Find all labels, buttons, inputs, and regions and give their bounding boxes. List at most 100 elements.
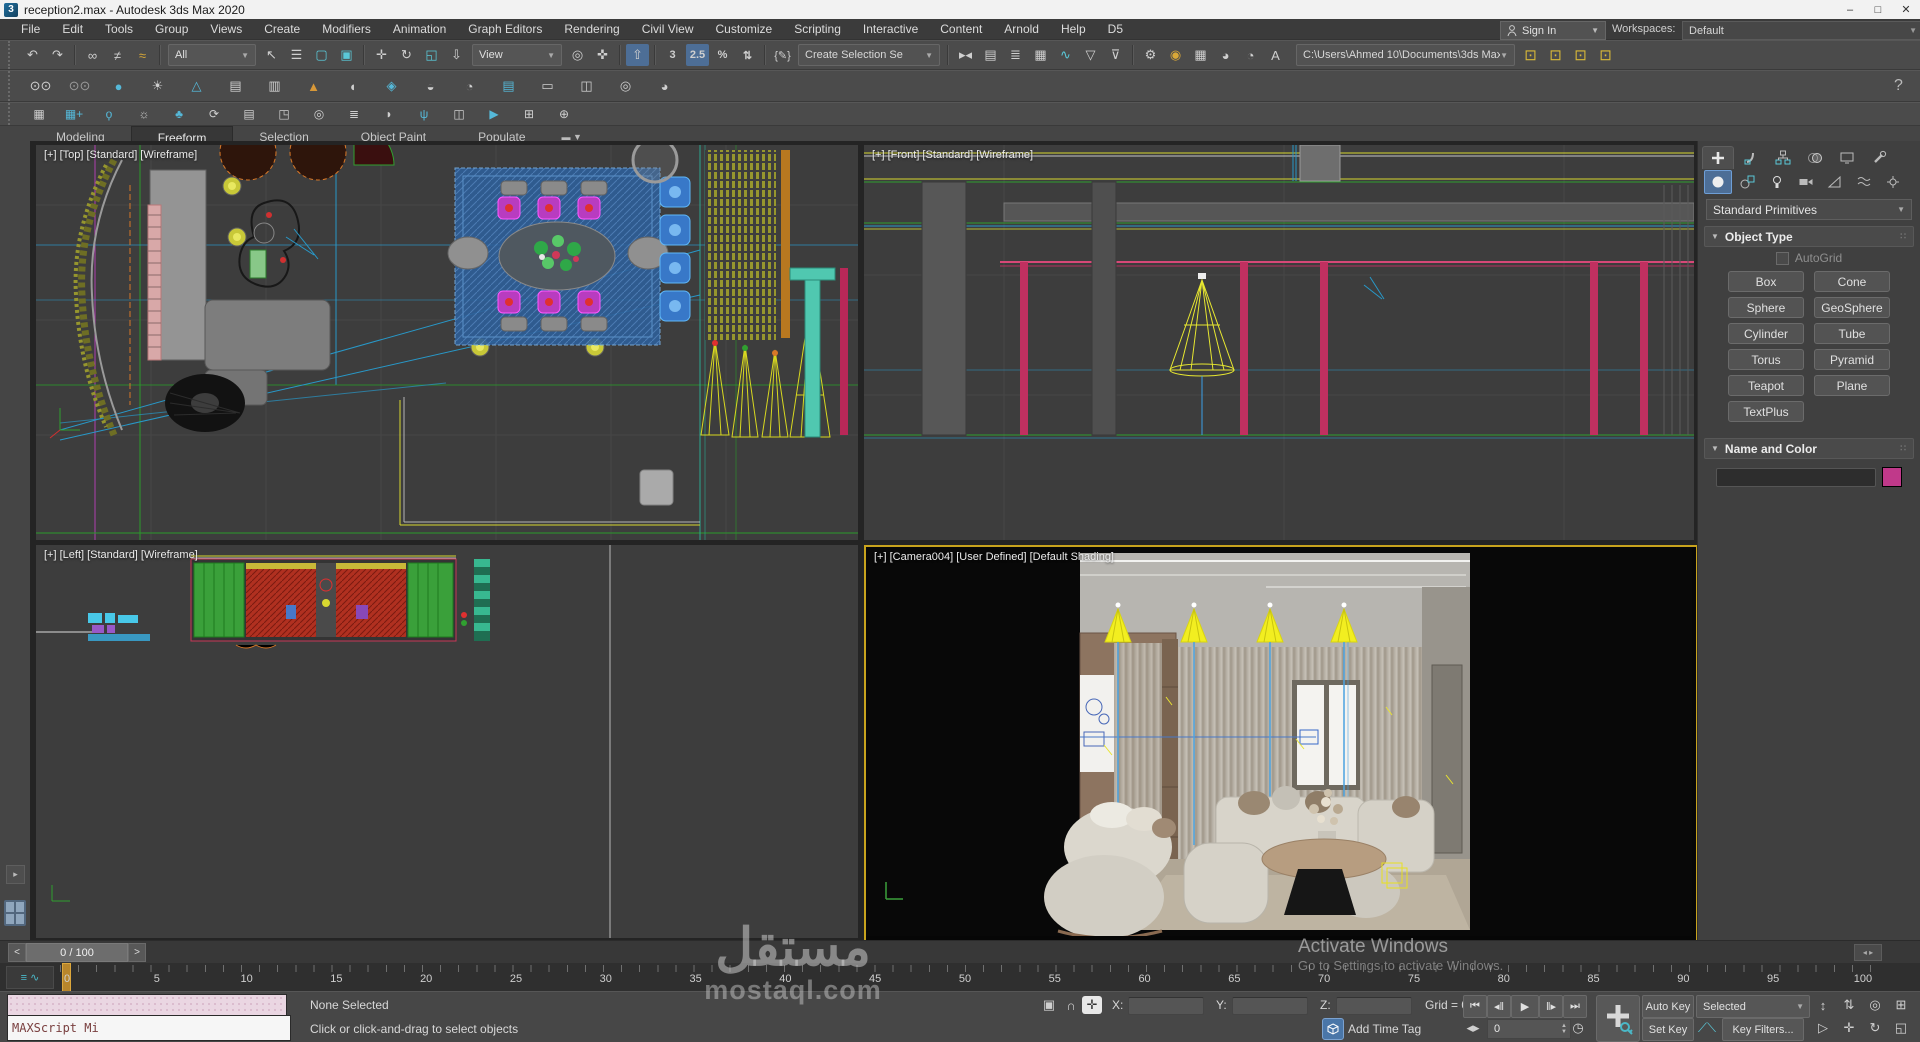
select-and-rotate-icon[interactable]: ↻ (395, 44, 418, 66)
use-pivot-point-center-icon[interactable]: ◎ (566, 44, 589, 66)
transform-type-in-icon[interactable]: ✛ (1082, 996, 1102, 1014)
select-and-link-icon[interactable]: ∞ (81, 44, 104, 66)
photo-panel-icon[interactable]: ▤ (239, 105, 259, 123)
viewport-front[interactable]: [+] [Front] [Standard] [Wireframe] (864, 145, 1694, 540)
selection-filter-dropdown[interactable]: All ▼ (168, 44, 256, 66)
curve-editor-icon[interactable]: ∿ (1054, 44, 1077, 66)
select-and-scale-icon[interactable]: ◱ (420, 44, 443, 66)
donut-icon[interactable]: ◎ (309, 105, 329, 123)
subtab-helpers[interactable] (1822, 171, 1848, 193)
globe-icon[interactable]: ⊕ (554, 105, 574, 123)
menu-item[interactable]: D5 (1097, 20, 1134, 38)
material-editor-icon[interactable]: ◉ (1164, 44, 1187, 66)
split-panel-icon[interactable]: ◫ (575, 75, 598, 97)
rectangular-selection-icon[interactable]: ▢ (310, 44, 333, 66)
help-circle-icon[interactable]: ? (1887, 75, 1910, 97)
teapot-icon[interactable]: ◕ (653, 75, 676, 97)
menu-item[interactable]: Interactive (852, 20, 929, 38)
menu-item[interactable]: Help (1050, 20, 1097, 38)
menu-item[interactable]: Views (199, 20, 253, 38)
previous-frame-button[interactable]: < (8, 943, 26, 962)
subtab-shapes[interactable] (1735, 171, 1761, 193)
maximize-viewport-toggle-icon[interactable]: ◱ (1890, 1018, 1912, 1038)
time-configuration-icon[interactable]: ◷ (1568, 1019, 1588, 1037)
render-iterative-icon[interactable]: ◔ (1239, 44, 1262, 66)
align-icon[interactable]: ▤ (979, 44, 1002, 66)
object-type-rollout-header[interactable]: ▼ Object Type ∷ (1704, 226, 1914, 247)
asset-link-icon[interactable]: ⊡ (1569, 44, 1592, 66)
reference-coordinate-dropdown[interactable]: View ▼ (472, 44, 562, 66)
viewport-top-label[interactable]: [+] [Top] [Standard] [Wireframe] (44, 149, 197, 161)
tab-create[interactable] (1702, 146, 1734, 169)
time-slider-end-buttons[interactable]: ◂ ▸ (1854, 944, 1882, 961)
layer-explorer-icon[interactable]: ≣ (1004, 44, 1027, 66)
snap-toggle-25d-icon[interactable]: 2.5 (686, 44, 709, 66)
render-setup-icon[interactable]: ⚙ (1139, 44, 1162, 66)
primitive-button[interactable]: Cylinder (1728, 323, 1804, 344)
flame-panel-icon[interactable]: ▲ (302, 75, 325, 97)
split-view-icon[interactable]: ◫ (449, 105, 469, 123)
tab-modify[interactable] (1736, 147, 1766, 169)
subtab-cameras[interactable] (1793, 171, 1819, 193)
eyes-dim-icon[interactable]: ⊙⊙ (68, 75, 91, 97)
zoom-icon[interactable]: ↕ (1812, 995, 1834, 1015)
fish-panel-icon[interactable]: ◈ (380, 75, 403, 97)
maxscript-mini-listener-pink[interactable] (7, 994, 287, 1017)
maximize-button[interactable]: □ (1864, 0, 1892, 19)
pan-icon[interactable]: ✛ (1838, 1018, 1860, 1038)
time-slider-handle[interactable]: < 0 / 100 > (8, 943, 146, 962)
project-path-field[interactable]: C:\Users\Ahmed 10\Documents\3ds Max 2020… (1296, 44, 1515, 66)
lamp-icon[interactable]: ψ (414, 105, 434, 123)
sun-rays-icon[interactable]: ☼ (134, 105, 154, 123)
tab-hierarchy[interactable] (1768, 147, 1798, 169)
bird-icon[interactable]: ◖ (341, 75, 364, 97)
pages-icon[interactable]: ≣ (344, 105, 364, 123)
menu-item[interactable]: Modifiers (311, 20, 382, 38)
grid-add-icon[interactable]: ⊞ (519, 105, 539, 123)
camera-add-icon[interactable]: ▦+ (64, 105, 84, 123)
track-bar[interactable]: ≡ ∿ 0 5 10 15 20 25 30 35 40 45 50 55 60 65 70 75 80 85 90… (0, 963, 1920, 992)
bulb-icon[interactable]: ϙ (99, 105, 119, 123)
object-color-swatch[interactable] (1882, 467, 1902, 487)
tab-motion[interactable] (1800, 147, 1830, 169)
next-frame-button[interactable]: ‖▸ (1539, 995, 1563, 1018)
schematic-view-icon[interactable]: ▽ (1079, 44, 1102, 66)
key-filters-button[interactable]: Key Filters... (1722, 1018, 1804, 1041)
mini-curve-editor-icon[interactable]: ≡ ∿ (6, 966, 54, 989)
go-to-end-button[interactable]: ⏭ (1563, 995, 1587, 1018)
sign-in-button[interactable]: Sign In ▼ (1500, 21, 1606, 40)
go-to-start-button[interactable]: ⏮ (1463, 995, 1487, 1018)
primitive-button[interactable]: Box (1728, 271, 1804, 292)
key-mode-toggle-icon[interactable]: ⟋⟍ (1696, 1020, 1718, 1036)
viewport-left[interactable]: [+] [Left] [Standard] [Wireframe] (36, 545, 858, 938)
close-button[interactable]: ✕ (1892, 0, 1920, 19)
primitive-button[interactable]: Teapot (1728, 375, 1804, 396)
primitive-button[interactable]: Plane (1814, 375, 1890, 396)
viewport-left-label[interactable]: [+] [Left] [Standard] [Wireframe] (44, 549, 198, 561)
menu-item[interactable]: Scripting (783, 20, 852, 38)
object-name-field[interactable] (1716, 467, 1876, 487)
name-color-rollout-header[interactable]: ▼ Name and Color ∷ (1704, 438, 1914, 459)
tab-display[interactable] (1832, 147, 1862, 169)
menu-item[interactable]: Civil View (631, 20, 705, 38)
select-and-manipulate-icon[interactable]: ✜ (591, 44, 614, 66)
camera-panel-icon[interactable]: ▤ (224, 75, 247, 97)
primitive-button[interactable]: Sphere (1728, 297, 1804, 318)
menu-item[interactable]: Customize (705, 20, 784, 38)
asset-manage-icon[interactable]: ⊡ (1594, 44, 1617, 66)
ribbon-toggle-icon[interactable]: ⊽ (1104, 44, 1127, 66)
cloud-render-icon[interactable]: A (1264, 44, 1287, 66)
percent-snap-icon[interactable]: % (711, 44, 734, 66)
droplet-panel-icon[interactable]: ▥ (263, 75, 286, 97)
select-object-icon[interactable]: ↖ (260, 44, 283, 66)
menu-item[interactable]: Group (144, 20, 199, 38)
sun-light-icon[interactable]: ☀ (146, 75, 169, 97)
toolbar-grip[interactable] (8, 41, 15, 69)
zoom-extents-icon[interactable]: ◎ (1864, 995, 1886, 1015)
viewport-camera-label[interactable]: [+] [Camera004] [User Defined] [Default … (874, 551, 1114, 563)
page-turn-icon[interactable]: ◳ (274, 105, 294, 123)
redo-icon[interactable]: ↷ (46, 44, 69, 66)
select-and-place-icon[interactable]: ⇩ (445, 44, 468, 66)
key-step-toggle-icon[interactable]: ◂▸ (1463, 1020, 1483, 1036)
previous-frame-button[interactable]: ◂‖ (1487, 995, 1511, 1018)
